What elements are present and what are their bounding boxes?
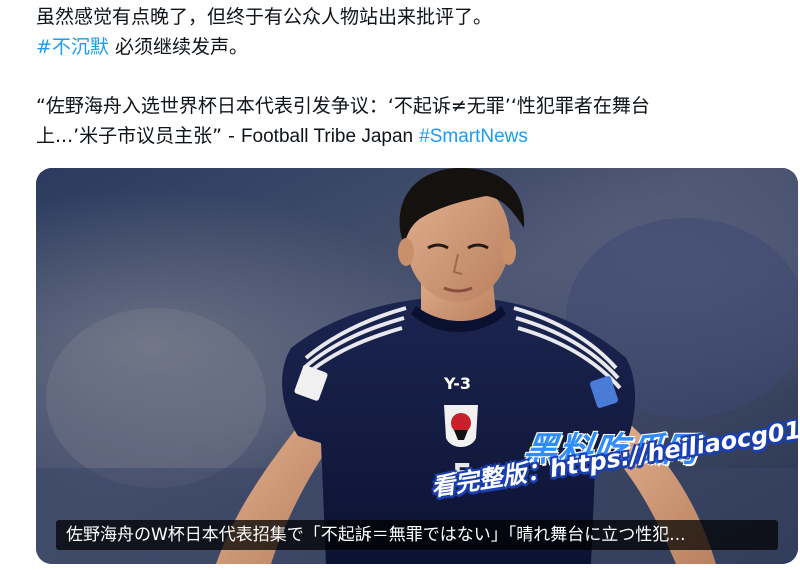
- quote-source: Football Tribe Japan: [240, 126, 414, 147]
- caption-bar: 佐野海舟のW杯日本代表招集で「不起訴＝無罪ではない」「晴れ舞台に立つ性犯...: [56, 520, 778, 550]
- player-photo: [36, 168, 798, 564]
- post-line-1: 虽然感觉有点晚了，但终于有公众人物站出来批评了。: [36, 6, 493, 28]
- quote-line-1: “佐野海舟入选世界杯日本代表引发争议：‘不起诉≠无罪’‘性犯罪者在舞台: [36, 95, 650, 117]
- hashtag-link[interactable]: #不沉默: [36, 36, 109, 58]
- caption-text: 佐野海舟のW杯日本代表招集で「不起訴＝無罪ではない」「晴れ舞台に立つ性犯...: [66, 525, 686, 545]
- post-text: 虽然感觉有点晚了，但终于有公众人物站出来批评了。 #不沉默 必须继续发声。 “佐…: [36, 2, 776, 152]
- quote-line-2: 上...’米子市议员主张” - Football Tribe Japan #Sm…: [36, 121, 776, 152]
- smartnews-hashtag-link[interactable]: #SmartNews: [419, 126, 528, 147]
- quote-line-2-text: 上...’米子市议员主张” -: [36, 125, 241, 147]
- sponsor-logo: Y-3: [444, 374, 472, 393]
- post-line-2: #不沉默 必须继续发声。: [36, 32, 776, 62]
- post-line-2-text: 必须继续发声。: [108, 36, 248, 58]
- media-card[interactable]: Y-3 5 黑料吃瓜网 看完整版：https://heiliaocg01.com…: [36, 168, 798, 564]
